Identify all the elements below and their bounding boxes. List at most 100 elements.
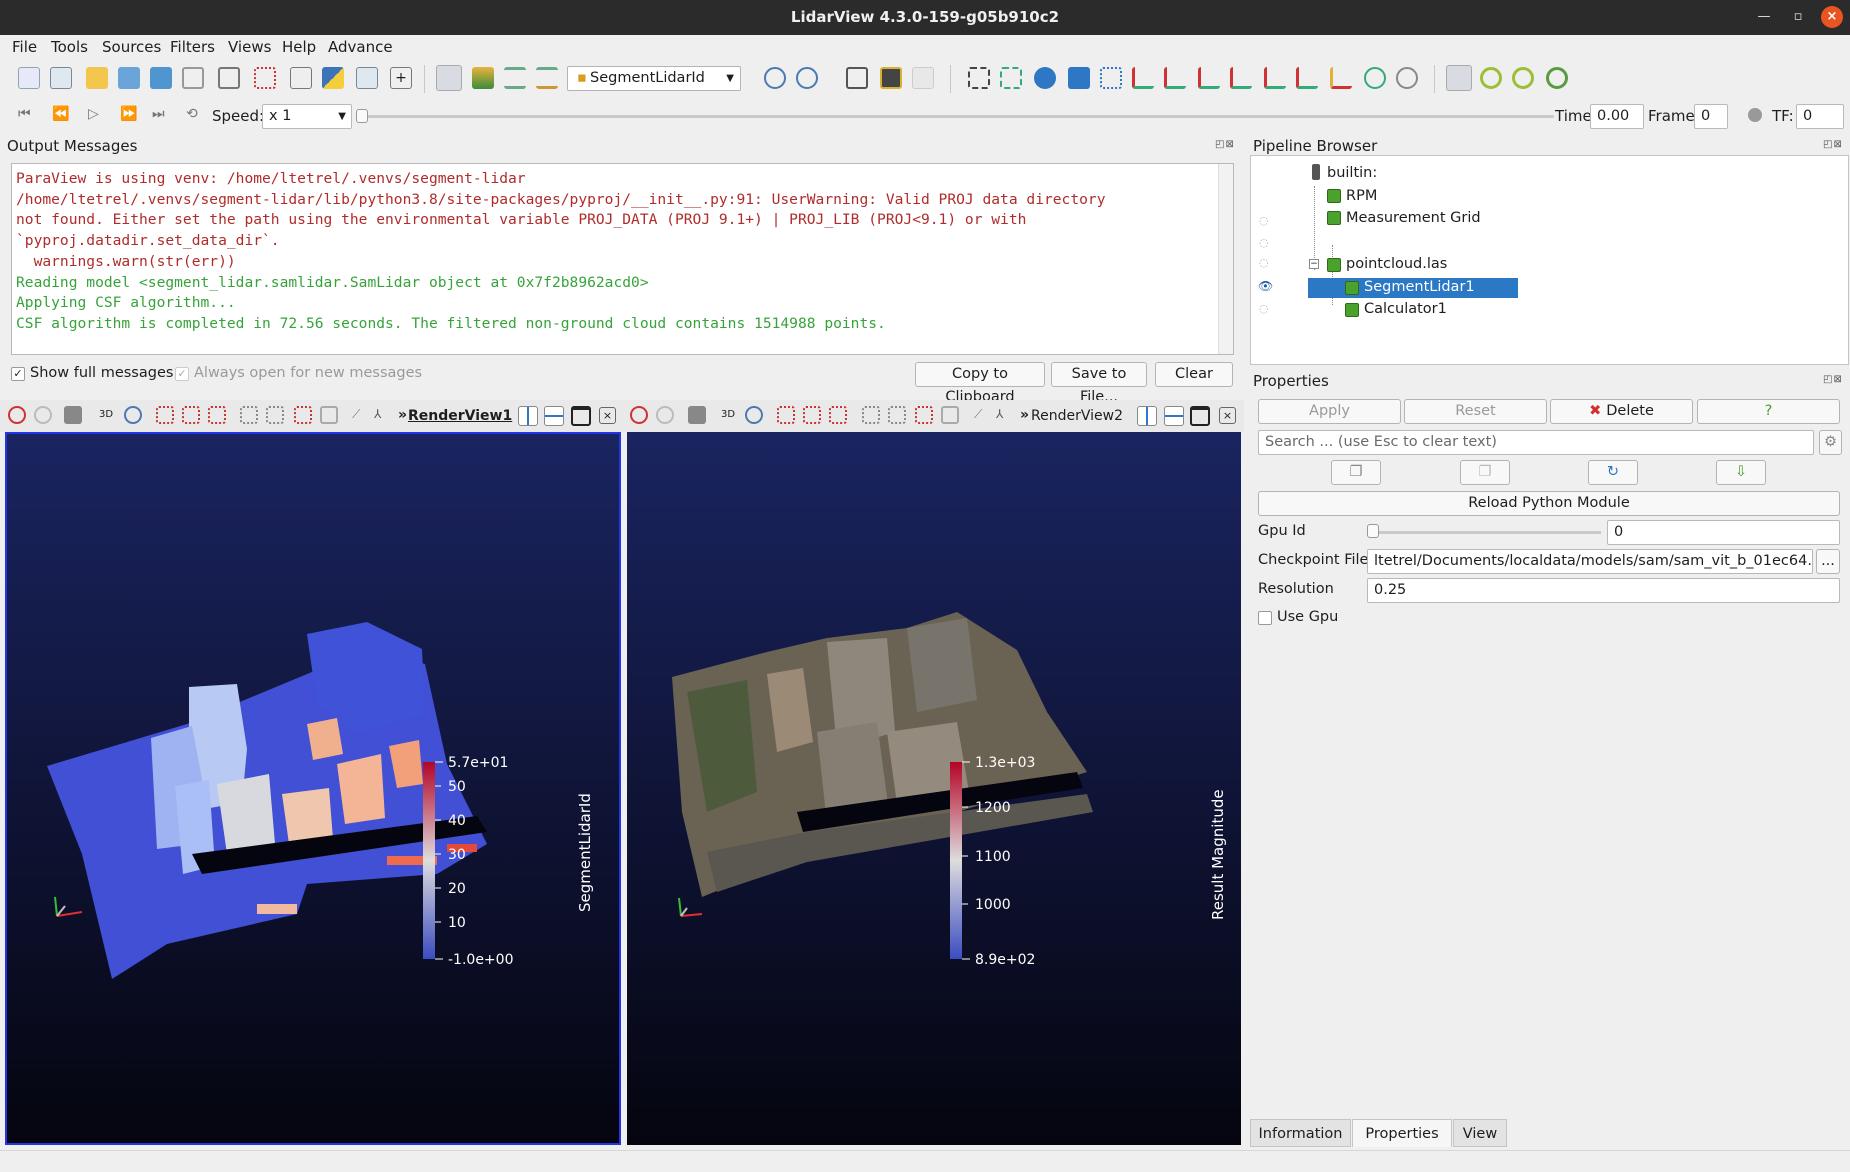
tf-field[interactable]: 0 (1796, 104, 1844, 129)
set-view-x-icon[interactable] (1132, 67, 1154, 89)
sensor-icon[interactable] (50, 67, 72, 89)
pipeline-item-measurement-grid[interactable]: Measurement Grid (1346, 208, 1481, 228)
delete-button[interactable]: ✖ Delete (1550, 399, 1693, 424)
zoom-to-box-icon[interactable] (796, 67, 818, 89)
collapse-icon[interactable]: − (1309, 259, 1319, 269)
properties-search-input[interactable]: Search ... (use Esc to clear text) (1258, 430, 1814, 455)
menu-filters[interactable]: Filters (170, 38, 215, 56)
browse-button[interactable]: ... (1816, 549, 1840, 574)
speed-select[interactable]: x 1 ▼ (262, 104, 352, 129)
menu-file[interactable]: File (12, 38, 37, 56)
show-center-icon[interactable] (1068, 67, 1090, 89)
output-scrollbar[interactable] (1218, 164, 1233, 354)
rv2-split-vertical-icon[interactable] (1164, 406, 1184, 426)
rv2-grow-selection-icon[interactable] (915, 406, 933, 424)
rv1-select-polygon-icon[interactable] (182, 406, 200, 424)
camera-undo-icon[interactable] (1480, 67, 1502, 89)
open-folder-icon[interactable] (86, 67, 108, 89)
tab-information[interactable]: Information (1250, 1119, 1351, 1147)
pipeline-item-builtin[interactable]: builtin: (1327, 163, 1377, 183)
isometric-view-icon[interactable] (1330, 67, 1352, 89)
next-frame-icon[interactable]: ⏩ (120, 106, 137, 122)
rv1-select-cells-icon[interactable] (8, 406, 26, 424)
maximize-button[interactable]: ▫ (1787, 6, 1809, 28)
menu-advance[interactable]: Advance (328, 38, 393, 56)
frame-field[interactable]: 0 (1694, 104, 1728, 129)
set-view-minus-y-icon[interactable] (1230, 67, 1252, 89)
refresh-icon[interactable] (1546, 67, 1568, 89)
crop-icon[interactable] (218, 67, 240, 89)
play-icon[interactable]: ▷ (88, 106, 99, 122)
add-view-icon[interactable]: + (390, 67, 412, 89)
rv1-zoom-icon[interactable] (124, 406, 142, 424)
center-view-icon[interactable] (1000, 67, 1022, 89)
rv1-split-vertical-icon[interactable] (544, 406, 564, 426)
rv2-select-block-icon[interactable] (829, 406, 847, 424)
rv1-select-block-icon[interactable] (208, 406, 226, 424)
pipeline-item-segmentlidar1[interactable]: SegmentLidar1 (1364, 277, 1475, 297)
rv2-ruler-icon[interactable]: ⟋ (974, 407, 982, 422)
rotate-plus90-icon[interactable] (1364, 67, 1386, 89)
apply-button[interactable]: Apply (1258, 399, 1401, 424)
set-view-minus-x-icon[interactable] (1164, 67, 1186, 89)
rv2-overflow-icon[interactable]: » (1020, 407, 1029, 423)
show-full-messages-checkbox[interactable]: ✓ (11, 367, 25, 381)
minimize-button[interactable]: — (1753, 6, 1775, 28)
edit-colormap-icon[interactable] (472, 67, 494, 89)
previous-frame-icon[interactable]: ⏪ (52, 106, 69, 122)
copy-properties-icon[interactable]: ❐ (1331, 460, 1381, 485)
rescale-custom-icon[interactable] (536, 67, 558, 89)
python-warning-icon[interactable] (356, 67, 378, 89)
rv1-camera-icon[interactable] (64, 406, 82, 424)
rv2-interactive-select-icon[interactable] (862, 406, 880, 424)
rv2-close-icon[interactable]: × (1219, 407, 1236, 424)
eye-icon[interactable]: 👁 (1258, 279, 1273, 293)
rv1-hover-points-icon[interactable] (266, 406, 284, 424)
rv1-overflow-icon[interactable]: » (398, 407, 407, 423)
reset-view-icon[interactable] (968, 67, 990, 89)
menu-help[interactable]: Help (282, 38, 316, 56)
rv2-maximize-icon[interactable] (1190, 406, 1210, 426)
rv1-ruler-icon[interactable]: ⟋ (352, 407, 360, 422)
eye-closed-icon[interactable]: ◌ (1259, 256, 1269, 269)
pipeline-item-pointcloud[interactable]: pointcloud.las (1346, 254, 1447, 274)
rv2-select-cells-icon[interactable] (630, 406, 648, 424)
copy-to-clipboard-button[interactable]: Copy to Clipboard (915, 362, 1045, 405)
resolution-field[interactable]: 0.25 (1367, 578, 1840, 603)
paste-properties-icon[interactable]: ❐ (1460, 460, 1510, 485)
reload-python-module-button[interactable]: Reload Python Module (1258, 491, 1840, 516)
rv2-axes-icon[interactable]: ⅄ (996, 407, 1003, 421)
eye-closed-icon[interactable]: ◌ (1259, 236, 1269, 249)
time-slider-handle[interactable] (356, 109, 368, 123)
eye-closed-icon[interactable]: ◌ (1259, 214, 1269, 227)
gpu-id-slider-handle[interactable] (1367, 524, 1379, 538)
reset-camera-icon[interactable] (846, 67, 868, 89)
camera-redo-icon[interactable] (1512, 67, 1534, 89)
rv1-grow-selection-icon[interactable] (294, 406, 312, 424)
export-icon[interactable] (150, 67, 172, 89)
pipeline-item-rpm[interactable]: RPM (1346, 186, 1377, 206)
menu-views[interactable]: Views (228, 38, 271, 56)
rv1-select-frustum-icon[interactable] (156, 406, 174, 424)
rv2-zoom-icon[interactable] (745, 406, 763, 424)
zoom-to-data-icon[interactable] (764, 67, 786, 89)
menu-sources[interactable]: Sources (102, 38, 161, 56)
restore-defaults-icon[interactable]: ↻ (1588, 460, 1638, 485)
clear-button[interactable]: Clear (1155, 362, 1233, 387)
rv2-select-frustum-icon[interactable] (777, 406, 795, 424)
save-defaults-icon[interactable]: ⇩ (1716, 460, 1766, 485)
new-state-icon[interactable] (18, 67, 40, 89)
use-gpu-checkbox[interactable] (1258, 611, 1272, 625)
set-view-minus-z-icon[interactable] (1296, 67, 1318, 89)
first-frame-icon[interactable]: ⏮ (18, 106, 31, 122)
rv1-split-horizontal-icon[interactable] (518, 406, 538, 426)
rv1-select-points-icon[interactable] (34, 406, 52, 424)
rv2-select-polygon-icon[interactable] (803, 406, 821, 424)
color-legend-icon[interactable] (436, 65, 462, 91)
output-dock-buttons[interactable]: ◰⊠ (1215, 139, 1241, 153)
zoom-closest-icon[interactable] (1100, 67, 1122, 89)
rv1-axes-icon[interactable]: ⅄ (374, 407, 381, 421)
rv2-camera-icon[interactable] (688, 406, 706, 424)
pipeline-item-calculator1[interactable]: Calculator1 (1364, 299, 1447, 319)
checkpoint-file-field[interactable]: ltetrel/Documents/localdata/models/sam/s… (1367, 549, 1813, 574)
